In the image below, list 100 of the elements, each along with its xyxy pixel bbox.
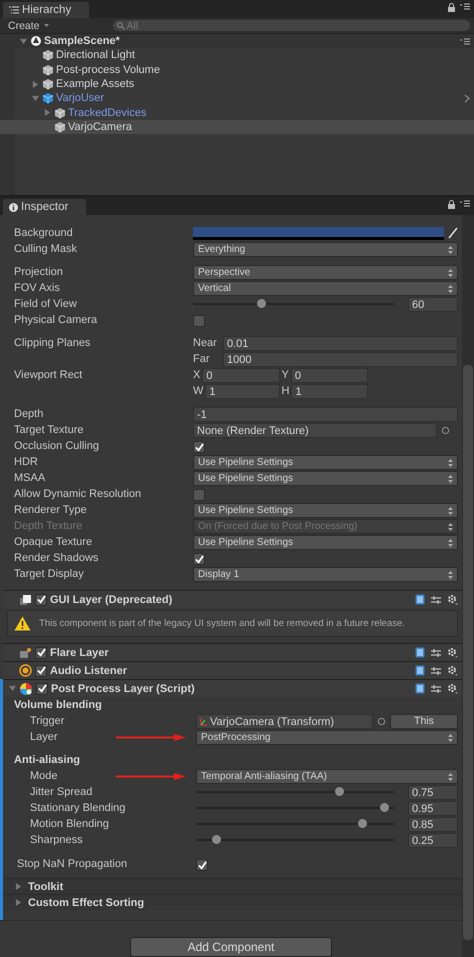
dropdown[interactable]: Perspective [193,265,458,280]
foldout-header[interactable]: Custom Effect Sorting [3,894,462,910]
component-header[interactable]: Audio Listener [3,661,462,679]
slider-thumb[interactable] [380,803,390,812]
settings-icon[interactable] [447,594,458,605]
section-title: Volume blending [13,698,103,713]
lock-icon[interactable] [448,3,455,12]
object-picker-icon[interactable] [441,426,450,434]
enabled-checkbox[interactable] [36,682,48,694]
dropdown[interactable]: Use Pipeline Settings [193,471,458,486]
eyedropper-icon[interactable] [448,226,458,238]
chevron-right-icon[interactable] [464,94,470,103]
this-button[interactable]: This [390,714,458,728]
settings-icon[interactable] [447,665,458,676]
menu-icon[interactable] [460,200,470,207]
updown-icon [448,474,453,482]
number-field[interactable]: 60 [408,297,458,312]
number-field[interactable]: 1000 [223,352,458,367]
dropdown[interactable]: Temporal Anti-aliasing (TAA) [196,769,458,784]
dropdown[interactable]: Use Pipeline Settings [193,455,458,470]
component-header[interactable]: Post Process Layer (Script) [3,679,462,697]
dropdown[interactable]: Everything [193,242,458,257]
presets-icon[interactable] [431,666,441,676]
tree-item[interactable]: VarjoUser [15,91,474,106]
tree-item[interactable]: Post-process Volume [15,62,474,77]
field-label: Near [193,337,218,349]
enabled-checkbox[interactable] [35,646,47,658]
number-field[interactable]: 1 [205,384,280,399]
tree-item[interactable]: Example Assets [15,76,474,92]
expand-caret-icon[interactable] [32,80,38,88]
section-title: Anti-aliasing [13,753,82,768]
property-label: Jitter Spread [30,786,92,798]
expand-caret-icon[interactable] [20,38,26,45]
help-icon[interactable] [415,647,425,658]
slider-thumb[interactable] [257,299,266,308]
tree-item[interactable]: TrackedDevices [15,105,474,120]
object-picker-icon[interactable] [377,716,386,726]
number-field[interactable]: 0 [290,368,368,383]
number-field[interactable]: 0.01 [223,336,458,351]
checkbox[interactable] [193,441,205,453]
presets-icon[interactable] [431,684,441,694]
dropdown[interactable]: PostProcessing [196,730,458,745]
help-icon[interactable] [415,594,425,605]
enabled-checkbox[interactable] [35,664,47,676]
number-field[interactable]: 0.95 [408,801,458,816]
menu-icon[interactable] [460,38,470,45]
property-label: Motion Blending [30,818,109,830]
inspector-tab[interactable]: Inspector [3,199,86,215]
expand-caret-icon[interactable] [44,109,50,116]
enabled-checkbox[interactable] [35,594,47,606]
slider-thumb[interactable] [358,819,368,828]
dropdown[interactable]: Vertical [193,281,458,296]
checkbox[interactable] [196,859,208,871]
property-label: HDR [14,456,38,468]
cube-icon [54,106,66,119]
warning-icon [14,616,31,631]
tree-item[interactable]: Directional Light [15,48,474,63]
checkbox[interactable] [193,553,205,565]
presets-icon[interactable] [431,594,441,604]
lock-icon[interactable] [448,200,455,209]
scene-icon [30,35,42,48]
number-field[interactable]: -1 [193,407,458,422]
dropdown[interactable]: Display 1 [193,567,458,582]
foldout-caret-icon[interactable] [15,899,22,906]
scrollbar[interactable] [462,215,474,957]
object-field[interactable]: VarjoCamera (Transform) [196,714,373,729]
checkbox[interactable] [193,315,205,327]
help-icon[interactable] [415,683,425,694]
tree-item[interactable]: VarjoCamera [0,120,474,134]
slider-thumb[interactable] [212,835,221,844]
number-field[interactable]: 0.85 [408,817,458,832]
expand-caret-icon[interactable] [32,94,38,102]
field-label: Far [193,353,210,365]
menu-icon[interactable] [460,3,470,10]
add-component-button[interactable]: Add Component [130,937,332,957]
foldout-caret-icon[interactable] [15,883,22,890]
field-label: W [193,385,204,397]
cube-icon [54,120,66,133]
number-field[interactable]: 0 [202,368,280,383]
checkbox[interactable] [193,489,205,501]
dropdown[interactable]: Use Pipeline Settings [193,503,458,518]
color-field[interactable] [193,227,444,240]
settings-icon[interactable] [447,647,458,658]
number-field[interactable]: 1 [291,384,368,399]
updown-icon [448,268,453,276]
object-field[interactable]: None (Render Texture) [193,423,437,438]
component-header[interactable]: GUI Layer (Deprecated) [3,590,462,608]
tree-item[interactable]: SampleScene* [15,34,474,48]
number-field[interactable]: 0.75 [408,785,458,800]
number-field[interactable]: 0.25 [408,833,458,848]
hierarchy-tab[interactable]: Hierarchy [3,2,90,18]
component-header[interactable]: Flare Layer [3,643,462,661]
slider-thumb[interactable] [334,787,344,796]
foldout-caret-icon[interactable] [9,685,16,692]
presets-icon[interactable] [431,648,441,658]
help-icon[interactable] [415,665,425,676]
settings-icon[interactable] [447,683,458,694]
component-title: GUI Layer (Deprecated) [50,594,172,606]
dropdown[interactable]: Use Pipeline Settings [193,535,458,550]
create-dropdown[interactable]: Create [4,20,53,32]
